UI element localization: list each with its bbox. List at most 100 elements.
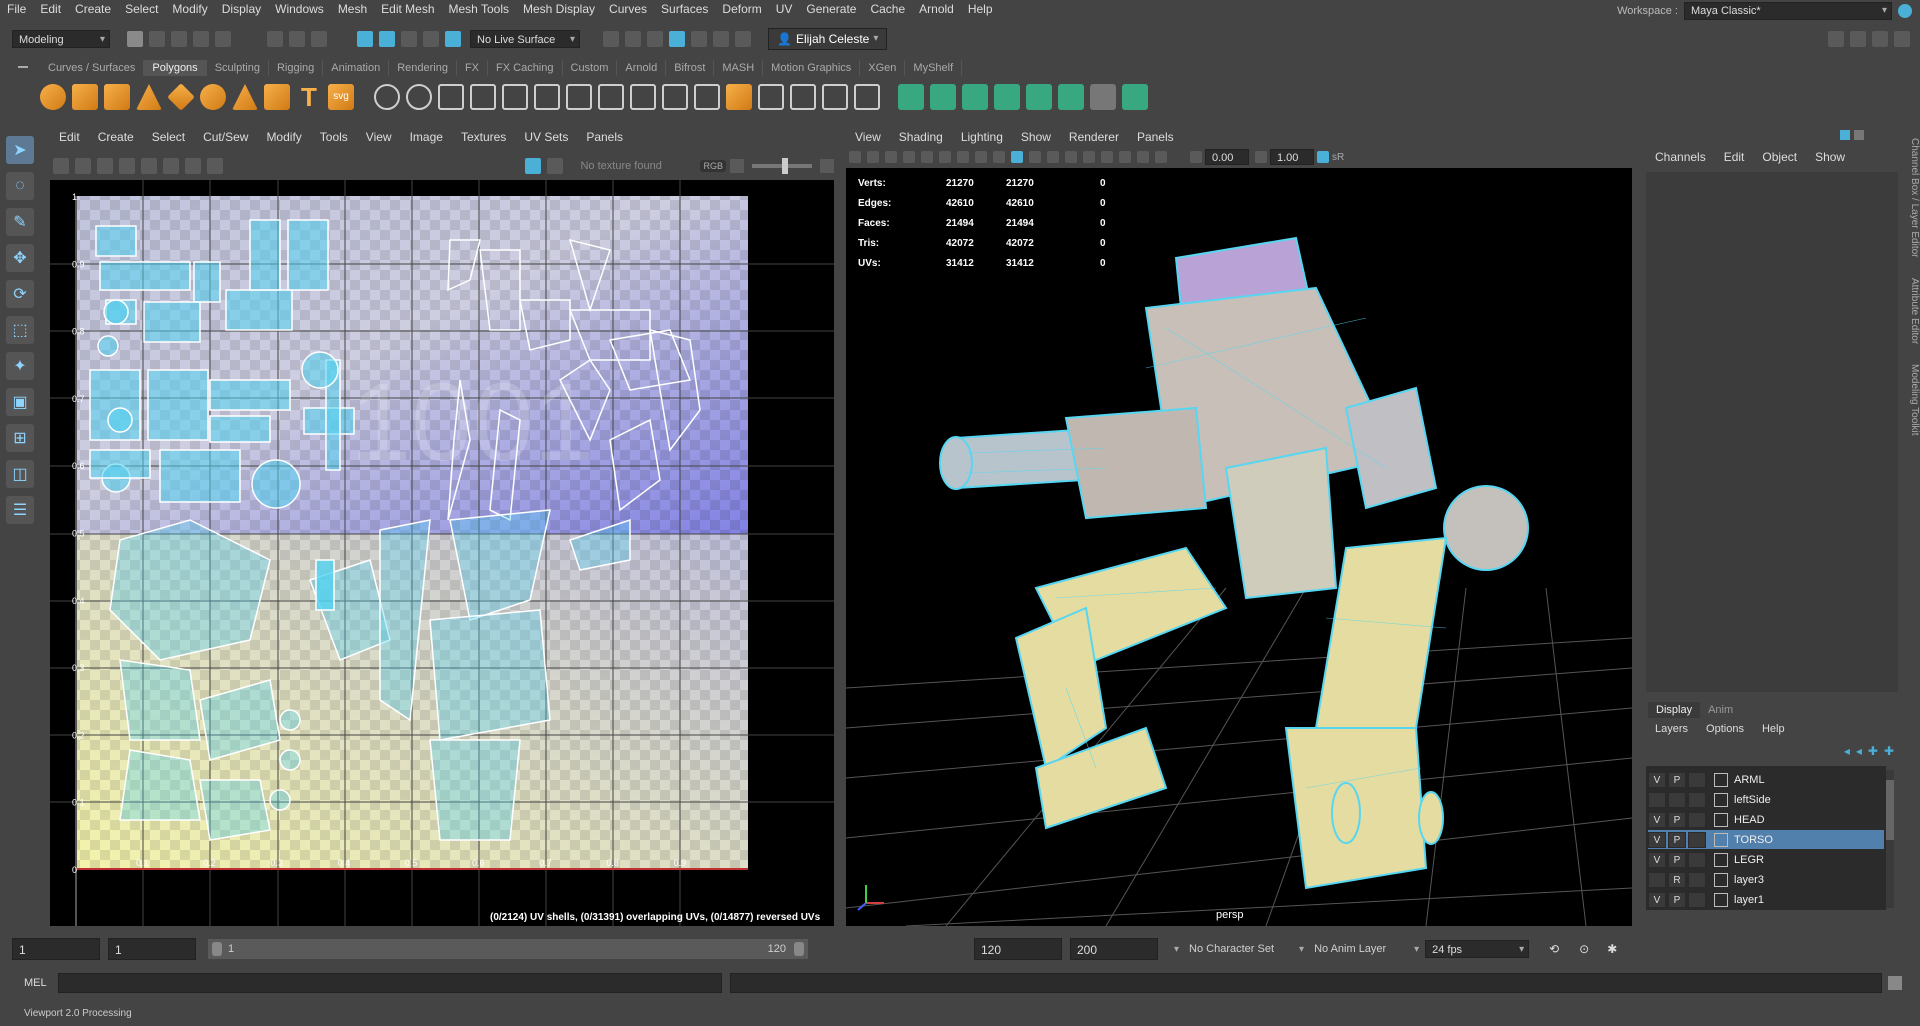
- uv-menu-textures[interactable]: Textures: [452, 128, 515, 146]
- menu-surfaces[interactable]: Surfaces: [654, 0, 715, 18]
- menu-modify[interactable]: Modify: [165, 0, 214, 18]
- shelf-tab-mash[interactable]: MASH: [714, 60, 764, 76]
- textured-icon[interactable]: [1047, 151, 1059, 163]
- snap-point-icon[interactable]: [401, 31, 417, 47]
- shelf-tab-animation[interactable]: Animation: [323, 60, 390, 76]
- layer-playback-toggle[interactable]: P: [1668, 811, 1686, 828]
- auto-uv-icon[interactable]: [854, 84, 880, 110]
- viewport-canvas[interactable]: Verts: 21270 21270 0 Edges: 42610 42610 0 Faces:…: [846, 168, 1632, 926]
- exposure-slider[interactable]: [752, 158, 812, 174]
- command-language-label[interactable]: MEL: [24, 977, 58, 989]
- wireframe-on-shaded-icon[interactable]: [1029, 151, 1041, 163]
- cut-uv-icon[interactable]: [1026, 84, 1052, 110]
- undo-icon[interactable]: [193, 31, 209, 47]
- menu-mesh-display[interactable]: Mesh Display: [516, 0, 602, 18]
- uv-menu-uv-sets[interactable]: UV Sets: [515, 128, 577, 146]
- poly-type-icon[interactable]: T: [296, 84, 322, 110]
- boolean-icon[interactable]: [438, 84, 464, 110]
- shelf-tab-polygons[interactable]: Polygons: [144, 60, 207, 76]
- pause-icon[interactable]: [735, 31, 751, 47]
- menu-generate[interactable]: Generate: [799, 0, 863, 18]
- move-tool-icon[interactable]: ✥: [6, 244, 34, 272]
- uv-menu-edit[interactable]: Edit: [50, 128, 89, 146]
- attribute-editor-icon[interactable]: [1850, 31, 1866, 47]
- shadows-icon[interactable]: [1083, 151, 1095, 163]
- layer-playback-toggle[interactable]: [1668, 791, 1686, 808]
- move-layer-up-icon[interactable]: ◂: [1844, 744, 1850, 758]
- menu-arnold[interactable]: Arnold: [912, 0, 961, 18]
- script-editor-icon[interactable]: [1888, 976, 1902, 990]
- exposure-vp-icon[interactable]: [1190, 151, 1202, 163]
- grid-icon[interactable]: [939, 151, 951, 163]
- exposure-field[interactable]: 0.00: [1205, 149, 1249, 165]
- layer-playback-toggle[interactable]: P: [1668, 891, 1686, 908]
- layer-row-leftside[interactable]: leftSide: [1648, 790, 1884, 809]
- user-account-button[interactable]: 👤 Elijah Celeste ▾: [768, 28, 888, 50]
- fps-chevron-icon[interactable]: ▾: [1414, 944, 1419, 955]
- layer-row-head[interactable]: V P HEAD: [1648, 810, 1884, 829]
- rotate-tool-icon[interactable]: ⟳: [6, 280, 34, 308]
- menu-windows[interactable]: Windows: [268, 0, 331, 18]
- poly-cylinder-icon[interactable]: [104, 84, 130, 110]
- side-tab-channel-box-layer-editor[interactable]: Channel Box / Layer Editor: [1907, 128, 1920, 268]
- layer-row-layer3[interactable]: Rlayer3: [1648, 870, 1884, 889]
- grease-pencil-icon[interactable]: [921, 151, 933, 163]
- uv-grid-icon[interactable]: [53, 158, 69, 174]
- color-management-icon[interactable]: [1317, 151, 1329, 163]
- channel-box-menu-show[interactable]: Show: [1806, 148, 1854, 166]
- new-scene-icon[interactable]: [127, 31, 143, 47]
- layer-visibility-toggle[interactable]: [1648, 871, 1666, 888]
- poly-sphere-icon[interactable]: [40, 84, 66, 110]
- uv-menu-tools[interactable]: Tools: [311, 128, 357, 146]
- poly-pipe-icon[interactable]: [264, 84, 290, 110]
- ambient-occlusion-icon[interactable]: [1101, 151, 1113, 163]
- camera-attributes-icon[interactable]: [867, 151, 879, 163]
- move-layer-down-icon[interactable]: ◂: [1856, 744, 1862, 758]
- render-frame-icon[interactable]: [647, 31, 663, 47]
- layer-row-legr[interactable]: V P LEGR: [1648, 850, 1884, 869]
- combine-icon[interactable]: [374, 84, 400, 110]
- quick-layout-single-icon[interactable]: ▣: [6, 388, 34, 416]
- workspace-gear-icon[interactable]: [1898, 4, 1912, 18]
- layer-color-swatch[interactable]: [1688, 791, 1706, 808]
- layer-color-swatch[interactable]: [1688, 811, 1706, 828]
- preferences-icon[interactable]: ✱: [1607, 942, 1617, 956]
- ipr-render-icon[interactable]: [669, 31, 685, 47]
- menu-curves[interactable]: Curves: [602, 0, 654, 18]
- gamma-field[interactable]: 1.00: [1270, 149, 1314, 165]
- end-time-field[interactable]: 200: [1070, 938, 1158, 960]
- shelf-tab-xgen[interactable]: XGen: [860, 60, 906, 76]
- poly-plane-icon[interactable]: [167, 83, 195, 111]
- viewport-menu-shading[interactable]: Shading: [890, 128, 952, 146]
- auto-key-icon[interactable]: ⊙: [1579, 942, 1589, 956]
- channel-box-icon[interactable]: [1894, 31, 1910, 47]
- uv-isolate-icon[interactable]: [119, 158, 135, 174]
- layout-uv-icon[interactable]: [994, 84, 1020, 110]
- menu-mesh-tools[interactable]: Mesh Tools: [442, 0, 516, 18]
- shelf-tab-motion-graphics[interactable]: Motion Graphics: [763, 60, 861, 76]
- unfold-icon[interactable]: [962, 84, 988, 110]
- anim-layer-field[interactable]: No Anim Layer: [1314, 943, 1414, 955]
- layer-visibility-toggle[interactable]: V: [1648, 831, 1666, 848]
- menu-edit-mesh[interactable]: Edit Mesh: [374, 0, 441, 18]
- poly-pyramid-icon[interactable]: [232, 84, 258, 110]
- layer-color-swatch[interactable]: [1688, 871, 1706, 888]
- char-set-chevron-icon[interactable]: ▾: [1174, 944, 1179, 955]
- menu-cache[interactable]: Cache: [863, 0, 912, 18]
- sew-uv-icon[interactable]: [1058, 84, 1084, 110]
- viewport-menu-lighting[interactable]: Lighting: [952, 128, 1012, 146]
- side-tab-modeling-toolkit[interactable]: Modeling Toolkit: [1907, 354, 1920, 446]
- shelf-handle[interactable]: [18, 66, 28, 68]
- insert-edge-loop-icon[interactable]: [662, 84, 688, 110]
- svg-icon[interactable]: svg: [328, 84, 354, 110]
- layer-visibility-toggle[interactable]: V: [1648, 851, 1666, 868]
- layer-playback-toggle[interactable]: P: [1668, 831, 1686, 848]
- open-scene-icon[interactable]: [149, 31, 165, 47]
- channel-box-menu-edit[interactable]: Edit: [1715, 148, 1754, 166]
- start-time-field[interactable]: 1: [12, 938, 100, 960]
- uv-menu-modify[interactable]: Modify: [257, 128, 310, 146]
- uv-menu-select[interactable]: Select: [143, 128, 194, 146]
- select-tool-icon[interactable]: ➤: [6, 136, 34, 164]
- mirror-icon[interactable]: [502, 84, 528, 110]
- quick-layout-two-icon[interactable]: ◫: [6, 460, 34, 488]
